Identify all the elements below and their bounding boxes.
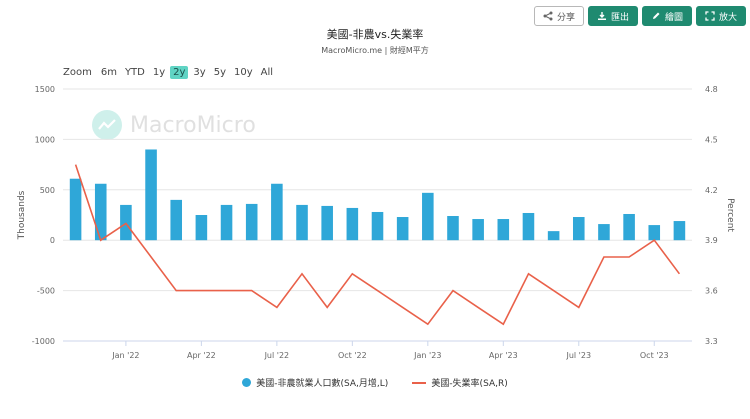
y-left-tick-label: -500 xyxy=(37,287,55,296)
y-left-tick-label: -1000 xyxy=(32,337,55,346)
x-tick-label: Oct '23 xyxy=(640,351,669,360)
y-left-tick-label: 1000 xyxy=(35,135,55,144)
bar xyxy=(371,211,384,241)
y-right-tick-label: 3.3 xyxy=(705,337,718,346)
bar xyxy=(69,178,82,241)
bar xyxy=(422,192,434,241)
x-tick-label: Oct '22 xyxy=(338,351,367,360)
bar xyxy=(522,212,535,241)
bar xyxy=(472,219,484,241)
x-tick-label: Apr '22 xyxy=(187,351,216,360)
y-left-tick-label: 0 xyxy=(50,236,55,245)
legend: 美國-非農就業人口數(SA,月增,L) 美國-失業率(SA,R) xyxy=(0,376,750,389)
x-tick-label: Jul '23 xyxy=(565,351,591,360)
y-right-tick-label: 4.5 xyxy=(705,135,718,144)
bar xyxy=(170,199,183,241)
bar xyxy=(673,221,686,241)
bar xyxy=(346,207,359,241)
y-right-axis-label: Percent xyxy=(725,198,735,232)
bar xyxy=(195,215,208,241)
y-right-tick-label: 3.9 xyxy=(705,236,718,245)
legend-payrolls-label: 美國-非農就業人口數(SA,月增,L) xyxy=(256,379,389,389)
bar xyxy=(598,224,610,241)
y-right-tick-label: 3.6 xyxy=(705,287,718,296)
bar xyxy=(145,149,157,241)
bar xyxy=(572,217,585,241)
bar xyxy=(648,225,661,241)
y-left-axis-label: Thousands xyxy=(17,190,27,240)
bar xyxy=(321,205,333,241)
chart-canvas: -1000 -500 0 500 1000 1500 3.3 3.6 3.9 4.2 4.5 4.8 T… xyxy=(17,85,735,360)
legend-bar-marker xyxy=(242,378,252,387)
legend-item-unemployment[interactable]: 美國-失業率(SA,R) xyxy=(412,376,508,389)
legend-item-payrolls[interactable]: 美國-非農就業人口數(SA,月增,L) xyxy=(242,376,388,389)
bar xyxy=(220,204,233,241)
bar xyxy=(497,219,510,241)
bar xyxy=(271,183,283,241)
x-tick-label: Jan '23 xyxy=(413,351,441,360)
bar xyxy=(623,213,635,241)
bar xyxy=(94,183,107,241)
x-tick-label: Apr '23 xyxy=(489,351,518,360)
y-left-tick-label: 1500 xyxy=(35,85,55,94)
y-left-tick-label: 500 xyxy=(40,186,55,195)
bar xyxy=(296,204,308,241)
bar xyxy=(547,231,560,241)
legend-unemployment-label: 美國-失業率(SA,R) xyxy=(431,379,508,389)
legend-line-marker xyxy=(412,381,427,384)
unemployment-line xyxy=(74,164,681,326)
bar xyxy=(396,217,409,241)
bar xyxy=(245,203,258,241)
y-right-tick-label: 4.2 xyxy=(705,186,718,195)
x-tick-label: Jan '22 xyxy=(111,351,139,360)
x-tick-label: Jul '22 xyxy=(264,351,290,360)
bar xyxy=(447,216,459,241)
y-right-tick-label: 4.8 xyxy=(705,85,718,94)
